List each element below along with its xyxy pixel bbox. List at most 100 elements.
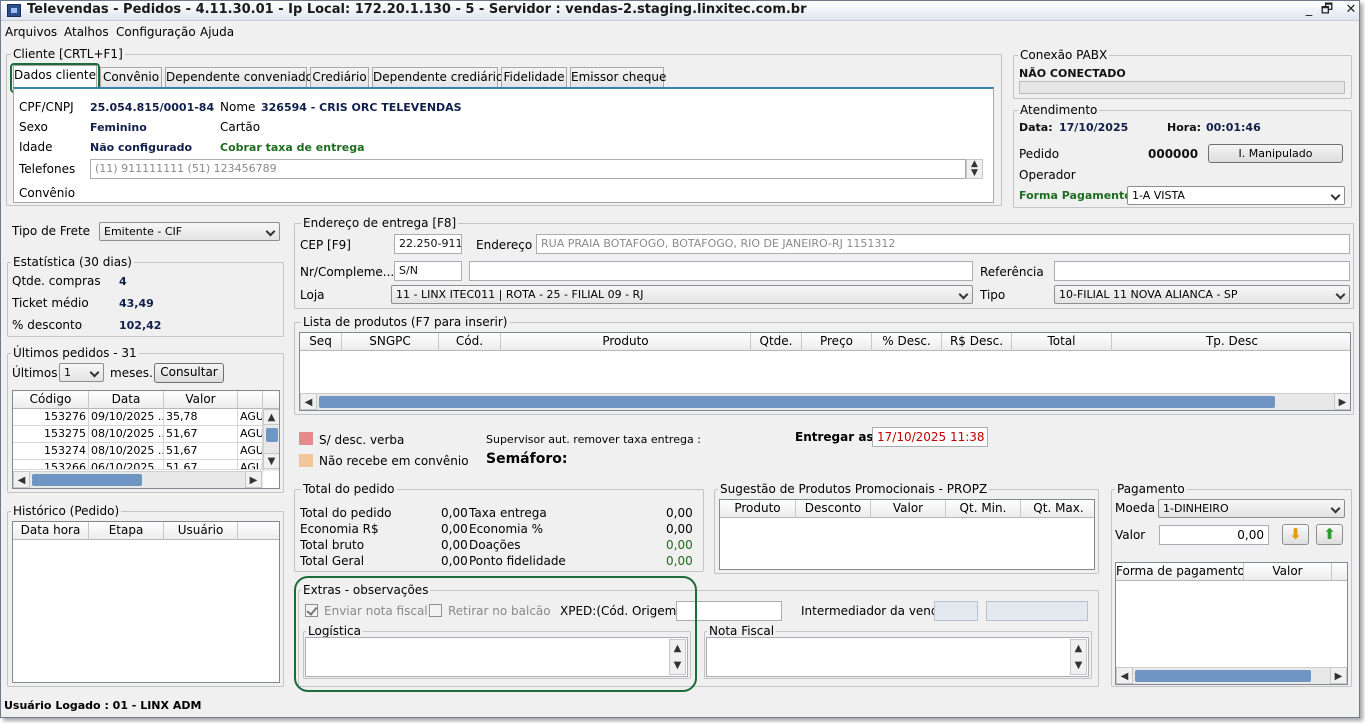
pabx-status: NÃO CONECTADO (1019, 67, 1126, 80)
col-sug-qtmax[interactable]: Qt. Max. (1021, 500, 1094, 518)
scroll-up-icon[interactable]: ▲ (263, 409, 279, 425)
scroll-down-icon[interactable]: ▼ (263, 453, 279, 469)
nota-fiscal-scroll[interactable]: ▲ ▼ (1070, 639, 1087, 675)
col-preco[interactable]: Preço (802, 333, 872, 351)
manipulado-button[interactable]: I. Manipulado (1208, 144, 1343, 163)
menu-configuracao[interactable]: Configuração (116, 25, 196, 39)
col-data-hora[interactable]: Data hora (13, 522, 89, 540)
nota-fiscal-legend: Nota Fiscal (707, 624, 777, 638)
col-pag-valor[interactable]: Valor (1244, 563, 1332, 581)
row-valor: 51,67 (164, 460, 238, 470)
convenio-label: Convênio (19, 186, 76, 200)
tab-dependente-conveniado[interactable]: Dependente conveniado (165, 67, 313, 88)
scroll-left-icon[interactable]: ◀ (300, 393, 317, 410)
tab-dependente-crediario[interactable]: Dependente crediário (372, 67, 503, 88)
doacoes-value: 0,00 (666, 538, 693, 552)
ultimos-vscroll[interactable]: ▲ ▼ (263, 409, 279, 471)
col-pdesc[interactable]: % Desc. (872, 333, 942, 351)
referencia-input[interactable] (1054, 261, 1350, 281)
col-total[interactable]: Total (1012, 333, 1112, 351)
nota-fiscal-textarea[interactable] (706, 637, 1089, 677)
intermediador-name-input[interactable] (986, 601, 1088, 621)
loja-label: Loja (300, 288, 325, 302)
col-valor[interactable]: Valor (164, 391, 238, 409)
menu-ajuda[interactable]: Ajuda (200, 25, 234, 39)
scroll-left-icon[interactable]: ◀ (1116, 667, 1133, 684)
complemento-input[interactable] (469, 261, 973, 281)
hora-value: 00:01:46 (1206, 121, 1261, 134)
col-sug-desconto[interactable]: Desconto (796, 500, 871, 518)
pagamento-hscroll-thumb[interactable] (1135, 670, 1311, 682)
telefones-field[interactable]: (11) 911111111 (51) 123456789 (90, 159, 966, 179)
menu-atalhos[interactable]: Atalhos (64, 25, 109, 39)
col-data[interactable]: Data (89, 391, 164, 409)
row-codigo: 153274 (13, 443, 89, 460)
scroll-right-icon[interactable]: ▶ (245, 471, 262, 488)
telefones-scroll[interactable]: ▲ ▼ (966, 159, 983, 179)
ponto-fidelidade-label: Ponto fidelidade (469, 554, 566, 568)
restore-button[interactable]: 🗗 (1315, 1, 1339, 19)
col-produto[interactable]: Produto (501, 333, 751, 351)
arrow-up-icon[interactable]: ⬆ (1316, 524, 1343, 545)
economia-rs-label: Economia R$ (300, 522, 379, 536)
row-valor: 35,78 (164, 409, 238, 426)
arrow-down-icon[interactable]: ⬇ (1282, 524, 1309, 545)
scroll-right-icon[interactable]: ▶ (1330, 667, 1347, 684)
moeda-select[interactable]: 1-DINHEIRO (1158, 499, 1345, 518)
col-tpdesc[interactable]: Tp. Desc (1112, 333, 1350, 351)
tab-crediario[interactable]: Crediário (310, 67, 369, 88)
desconto-label: % desconto (12, 318, 83, 332)
col-usuario[interactable]: Usuário (164, 522, 238, 540)
ultimos-vscroll-thumb[interactable] (266, 428, 278, 442)
frete-select[interactable]: Emitente - CIF (99, 222, 280, 241)
tab-fidelidade[interactable]: Fidelidade (501, 67, 567, 88)
cep-input[interactable]: 22.250-911 (394, 234, 462, 254)
nr-input[interactable]: S/N (394, 261, 462, 281)
col-codigo[interactable]: Código (13, 391, 89, 409)
forma-pagamento-select[interactable]: 1-A VISTA (1127, 186, 1345, 205)
tipo-select[interactable]: 10-FILIAL 11 NOVA ALIANCA - SP (1054, 285, 1350, 304)
col-seq[interactable]: Seq (300, 333, 342, 351)
col-sug-qtmin[interactable]: Qt. Min. (946, 500, 1021, 518)
sugestao-grid-head: Produto Desconto Valor Qt. Min. Qt. Max. (720, 500, 1094, 518)
ultimos-grid-head: Código Data Valor (13, 391, 279, 409)
menu-arquivos[interactable]: Arquivos (5, 25, 57, 39)
compras-value: 4 (119, 275, 127, 288)
col-forma-pagamento[interactable]: Forma de pagamento (1116, 563, 1244, 581)
pagamento-valor-input[interactable]: 0,00 (1159, 525, 1269, 545)
col-sngpc[interactable]: SNGPC (342, 333, 439, 351)
scroll-left-icon[interactable]: ◀ (13, 471, 30, 488)
col-qtde[interactable]: Qtde. (751, 333, 802, 351)
col-sug-valor[interactable]: Valor (871, 500, 946, 518)
col-cod[interactable]: Cód. (439, 333, 501, 351)
col-sug-produto[interactable]: Produto (720, 500, 796, 518)
sexo-label: Sexo (19, 120, 48, 134)
economia-pct-label: Economia % (469, 522, 544, 536)
loja-select[interactable]: 11 - LINX ITEC011 | ROTA - 25 - FILIAL 0… (391, 285, 973, 304)
tipo-label: Tipo (980, 288, 1006, 302)
produtos-hscroll-thumb[interactable] (319, 396, 1275, 408)
pagamento-hscroll[interactable]: ◀ ▶ (1116, 667, 1347, 684)
col-status[interactable] (238, 391, 263, 409)
produtos-hscroll[interactable]: ◀ ▶ (300, 393, 1350, 410)
pedido-value: 000000 (1148, 147, 1199, 161)
tab-emissor-cheque[interactable]: Emissor cheque (570, 67, 666, 88)
endereco-input[interactable]: RUA PRAIA BOTAFOGO, BOTAFOGO, RIO DE JAN… (536, 234, 1350, 254)
entregar-input[interactable]: 17/10/2025 11:38 (872, 427, 988, 447)
produtos-grid: Seq SNGPC Cód. Produto Qtde. Preço % Des… (299, 332, 1351, 411)
ultimos-hscroll[interactable]: ◀ ▶ (13, 471, 263, 488)
meses-select[interactable]: 1 (59, 363, 104, 382)
col-etapa[interactable]: Etapa (89, 522, 164, 540)
tab-convenio[interactable]: Convênio (100, 67, 162, 88)
scroll-right-icon[interactable]: ▶ (1334, 393, 1350, 410)
verba-label: S/ desc. verba (319, 433, 405, 447)
total-geral-value: 0,00 (441, 554, 468, 568)
close-button[interactable]: ✕ (1339, 1, 1363, 19)
consultar-button[interactable]: Consultar (154, 363, 224, 383)
col-rdesc[interactable]: R$ Desc. (942, 333, 1012, 351)
ponto-fidelidade-value: 0,00 (666, 554, 693, 568)
estatistica-legend: Estatística (30 dias) (11, 255, 134, 269)
ultimos-hscroll-thumb[interactable] (32, 474, 142, 486)
pagamento-grid-head: Forma de pagamento Valor (1116, 563, 1347, 581)
intermediador-code-input[interactable] (934, 601, 978, 621)
